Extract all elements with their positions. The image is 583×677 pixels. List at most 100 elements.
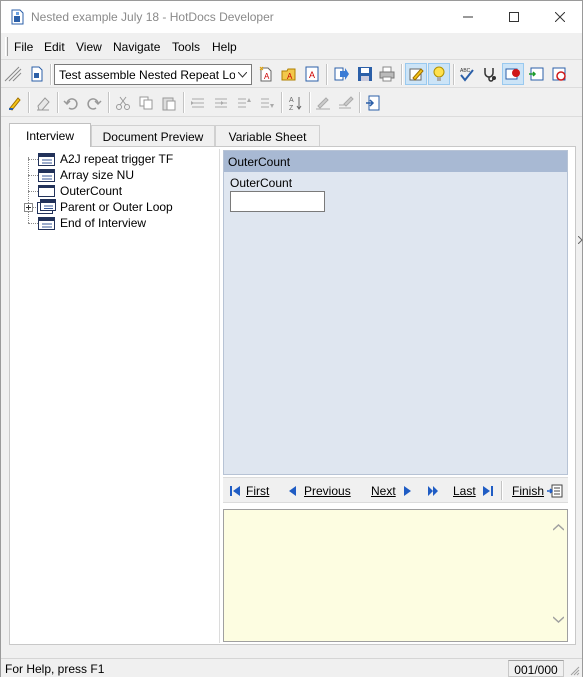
last-button[interactable]: Last xyxy=(453,483,494,499)
tab-variable-sheet[interactable]: Variable Sheet xyxy=(215,125,320,146)
finish-label: Finish xyxy=(512,484,545,498)
menu-tools[interactable]: Tools xyxy=(172,40,200,54)
toolbar-separator xyxy=(453,64,455,85)
menu-file[interactable]: File xyxy=(14,40,33,54)
import-button[interactable] xyxy=(362,92,384,114)
tree-expand-icon[interactable] xyxy=(24,203,33,212)
menu-help[interactable]: Help xyxy=(212,40,237,54)
move-down-button[interactable] xyxy=(256,92,278,114)
previous-button[interactable]: Previous xyxy=(287,483,351,499)
menu-edit[interactable]: Edit xyxy=(44,40,65,54)
window-title: Nested example July 18 - HotDocs Develop… xyxy=(31,10,274,24)
edit-line-icon xyxy=(316,97,330,110)
insert-after-button[interactable] xyxy=(210,92,232,114)
tab-interview[interactable]: Interview xyxy=(9,123,91,147)
insert-before-button[interactable] xyxy=(187,92,209,114)
status-bar: For Help, press F1 001/000 xyxy=(1,658,582,677)
move-up-icon xyxy=(238,98,251,108)
check-answers-button[interactable] xyxy=(548,63,570,85)
previous-arrow-icon xyxy=(289,486,296,496)
splitter-arrow-icon[interactable] xyxy=(578,236,583,244)
print-button[interactable] xyxy=(376,63,398,85)
variable-icon xyxy=(38,185,55,197)
sort-button[interactable]: AZ xyxy=(285,92,307,114)
first-arrow-icon xyxy=(230,486,240,496)
tree-item-a2j-repeat-trigger[interactable]: A2J repeat trigger TF xyxy=(16,151,216,167)
skip-ahead-button[interactable] xyxy=(427,483,440,499)
tree-item-parent-or-outer-loop[interactable]: Parent or Outer Loop xyxy=(16,199,216,215)
assemble-button[interactable] xyxy=(331,63,353,85)
stethoscope-icon xyxy=(484,68,496,82)
printer-icon xyxy=(379,66,395,82)
edit-field-button[interactable] xyxy=(312,92,334,114)
scroll-up-icon[interactable] xyxy=(553,524,564,531)
close-button[interactable] xyxy=(537,1,583,32)
test-button[interactable] xyxy=(479,63,501,85)
dialog-counter: 001/000 xyxy=(508,660,564,677)
chevron-down-icon[interactable] xyxy=(234,66,250,83)
import-icon xyxy=(366,95,380,111)
minimize-button[interactable] xyxy=(445,1,491,32)
copy-button[interactable] xyxy=(135,92,157,114)
main-toolbar: Test assemble Nested Repeat Loo A A A AB… xyxy=(1,61,582,88)
pencil-icon xyxy=(9,97,21,111)
first-button[interactable]: First xyxy=(229,483,269,499)
dialog-icon xyxy=(38,169,55,182)
edit-list-button[interactable] xyxy=(335,92,357,114)
dialog-title: OuterCount xyxy=(228,155,291,169)
assemble-combo[interactable]: Test assemble Nested Repeat Loo xyxy=(54,64,252,85)
cut-button[interactable] xyxy=(112,92,134,114)
assemble-combo-value: Test assemble Nested Repeat Loo xyxy=(59,68,235,82)
open-answer-file-button[interactable]: A xyxy=(278,63,300,85)
svg-text:ABC: ABC xyxy=(460,68,471,74)
scroll-down-icon[interactable] xyxy=(553,616,564,623)
toolbar-separator xyxy=(183,92,185,113)
add-answer-button[interactable] xyxy=(525,63,547,85)
toolbar-grip-icon xyxy=(4,66,22,82)
tab-document-preview[interactable]: Document Preview xyxy=(91,125,215,146)
edit-mode-button[interactable] xyxy=(405,63,427,85)
svg-text:A: A xyxy=(289,97,294,104)
help-scrollbar[interactable] xyxy=(550,510,567,641)
paste-button[interactable] xyxy=(158,92,180,114)
toolbar-separator xyxy=(309,92,311,113)
redo-button[interactable] xyxy=(83,92,105,114)
resize-grip-icon[interactable] xyxy=(569,665,580,676)
app-window: Nested example July 18 - HotDocs Develop… xyxy=(0,0,583,677)
move-up-button[interactable] xyxy=(233,92,255,114)
toolbar-separator xyxy=(326,64,328,85)
paste-icon xyxy=(162,97,176,111)
sort-az-icon: AZ xyxy=(289,97,302,111)
menu-grip[interactable] xyxy=(5,37,8,56)
close-icon xyxy=(555,11,565,22)
insert-before-icon xyxy=(191,98,204,108)
template-button[interactable] xyxy=(26,63,48,85)
repeat-dialog-icon xyxy=(37,199,56,214)
edit-component-button[interactable] xyxy=(4,92,26,114)
record-button[interactable] xyxy=(502,63,524,85)
next-button[interactable]: Next xyxy=(371,483,413,499)
tree-item-end-of-interview[interactable]: End of Interview xyxy=(16,215,216,231)
menu-view[interactable]: View xyxy=(76,40,102,54)
maximize-button[interactable] xyxy=(491,1,537,32)
new-answer-file-button[interactable]: A xyxy=(255,63,277,85)
pencil-page-icon xyxy=(409,68,424,81)
spell-check-button[interactable]: ABC xyxy=(456,63,478,85)
hotdocs-app-icon xyxy=(11,9,24,25)
tree-item-array-size[interactable]: Array size NU xyxy=(16,167,216,183)
edit-toolbar: AZ xyxy=(1,89,582,117)
scissors-icon xyxy=(116,96,130,110)
save-button[interactable] xyxy=(354,63,376,85)
clear-answer-button[interactable] xyxy=(32,92,54,114)
answer-file-icon: A xyxy=(305,66,319,82)
tree-item-outercount[interactable]: OuterCount xyxy=(16,183,216,199)
insert-field-icon xyxy=(529,67,544,81)
toolbar-separator xyxy=(359,92,361,113)
next-label: Next xyxy=(371,484,396,498)
hints-button[interactable] xyxy=(428,63,450,85)
menu-navigate[interactable]: Navigate xyxy=(113,40,160,54)
outercount-input[interactable] xyxy=(230,191,325,212)
undo-button[interactable] xyxy=(60,92,82,114)
answer-file-button[interactable]: A xyxy=(301,63,323,85)
finish-button[interactable]: Finish xyxy=(512,483,563,499)
